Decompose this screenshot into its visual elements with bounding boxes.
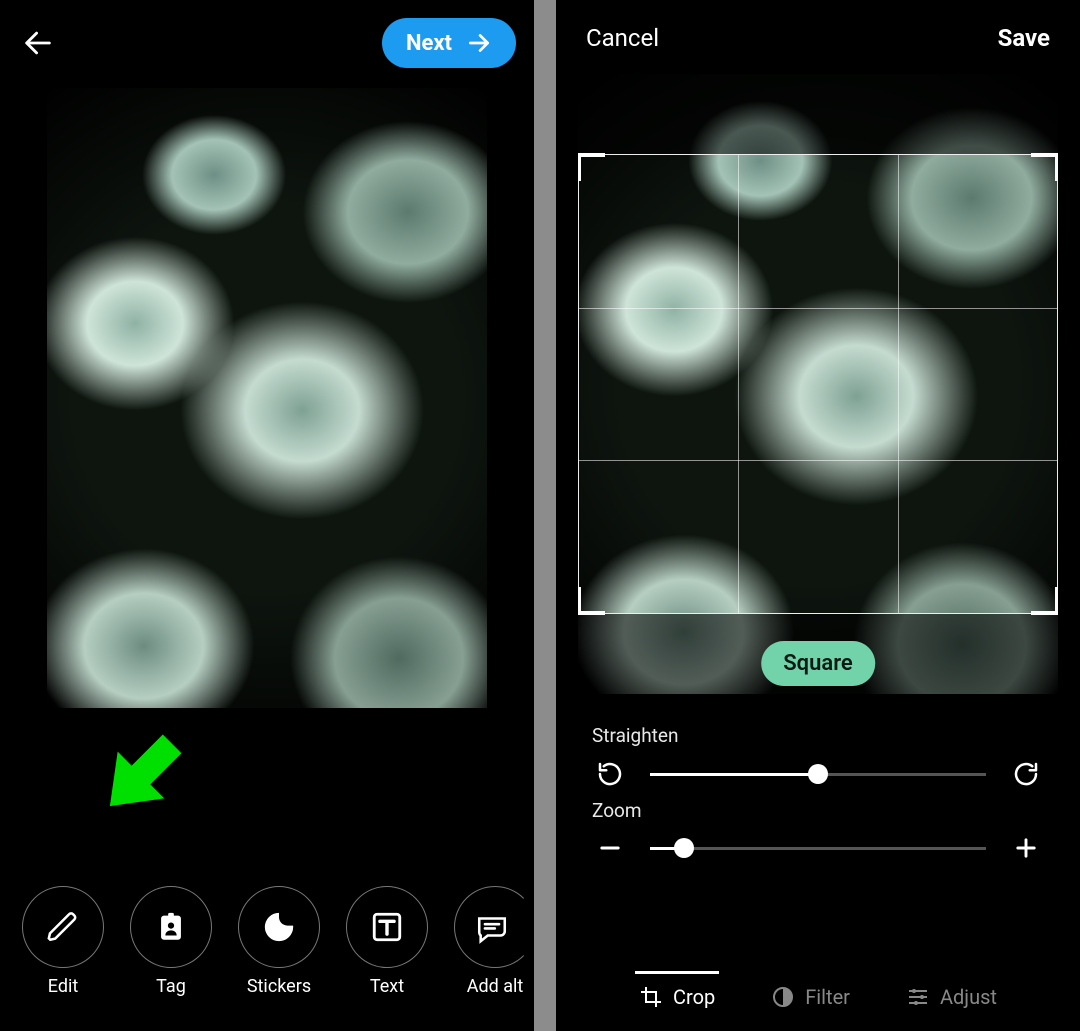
aspect-ratio-pill[interactable]: Square: [761, 641, 875, 686]
zoom-slider[interactable]: [650, 847, 986, 850]
adjust-sliders-icon: [906, 985, 930, 1009]
crop-handle-tl[interactable]: [578, 153, 605, 181]
mode-tab-crop[interactable]: Crop: [639, 985, 715, 1009]
arrow-left-icon: [21, 26, 55, 60]
crop-gridline: [898, 155, 899, 613]
alt-text-icon: [475, 910, 509, 944]
tool-label: Stickers: [247, 976, 311, 997]
crop-handle-tr[interactable]: [1031, 153, 1058, 181]
tool-stickers[interactable]: Stickers: [238, 886, 320, 997]
slider-thumb[interactable]: [674, 838, 694, 858]
crop-gridline: [579, 460, 1057, 461]
mode-label: Crop: [673, 985, 715, 1009]
tool-edit[interactable]: Edit: [22, 886, 104, 997]
tag-person-icon: [154, 910, 188, 944]
tool-label: Tag: [156, 976, 186, 997]
zoom-in-button[interactable]: [1006, 834, 1046, 862]
editor-header: Cancel Save: [556, 0, 1080, 58]
tool-label: Edit: [48, 976, 78, 997]
straighten-row: [590, 759, 1046, 789]
rotate-ccw-icon: [595, 759, 625, 789]
mode-tab-adjust[interactable]: Adjust: [906, 985, 997, 1009]
media-actions-toolbar: Edit Tag Stickers: [0, 886, 534, 997]
crop-canvas[interactable]: Square: [578, 74, 1058, 694]
crop-icon: [639, 985, 663, 1009]
mode-label: Adjust: [940, 985, 997, 1009]
zoom-label: Zoom: [592, 799, 1046, 822]
slider-fill: [650, 773, 818, 776]
crop-handle-bl[interactable]: [578, 587, 605, 615]
arrow-right-icon: [466, 30, 492, 56]
back-button[interactable]: [18, 23, 58, 63]
tool-tag[interactable]: Tag: [130, 886, 212, 997]
crop-gridline: [738, 155, 739, 613]
filter-icon: [771, 985, 795, 1009]
editor-mode-tabs: Crop Filter Adjust: [556, 985, 1080, 1009]
crop-shade: [578, 74, 1058, 154]
straighten-slider[interactable]: [650, 773, 986, 776]
tool-text[interactable]: Text: [346, 886, 428, 997]
pencil-icon: [46, 910, 80, 944]
next-button[interactable]: Next: [382, 18, 516, 68]
straighten-label: Straighten: [592, 724, 1046, 747]
mode-tab-filter[interactable]: Filter: [771, 985, 850, 1009]
cancel-button[interactable]: Cancel: [586, 24, 659, 52]
crop-editor-screen: Cancel Save Square Straighten: [556, 0, 1080, 1031]
slider-thumb[interactable]: [808, 764, 828, 784]
compose-media-screen: Next Edit: [0, 0, 534, 1031]
sticker-icon: [262, 910, 296, 944]
tool-label: Text: [370, 976, 404, 997]
tool-label: Add alt: [467, 976, 524, 997]
zoom-out-button[interactable]: [590, 834, 630, 862]
aspect-ratio-label: Square: [783, 651, 853, 676]
media-preview[interactable]: [47, 88, 487, 708]
rotate-ccw-button[interactable]: [590, 759, 630, 789]
rotate-cw-button[interactable]: [1006, 759, 1046, 789]
crop-controls: Straighten Zoom: [556, 694, 1080, 862]
annotation-arrow: [63, 697, 219, 853]
text-icon: [370, 910, 404, 944]
minus-icon: [596, 834, 624, 862]
media-image: [47, 88, 487, 708]
tool-add-alt[interactable]: Add alt: [454, 886, 534, 997]
mode-label: Filter: [805, 985, 850, 1009]
zoom-row: [590, 834, 1046, 862]
plus-icon: [1012, 834, 1040, 862]
rotate-cw-icon: [1011, 759, 1041, 789]
next-button-label: Next: [406, 31, 452, 56]
crop-handle-br[interactable]: [1031, 587, 1058, 615]
crop-gridline: [579, 308, 1057, 309]
crop-box[interactable]: [578, 154, 1058, 614]
save-button[interactable]: Save: [998, 24, 1050, 52]
